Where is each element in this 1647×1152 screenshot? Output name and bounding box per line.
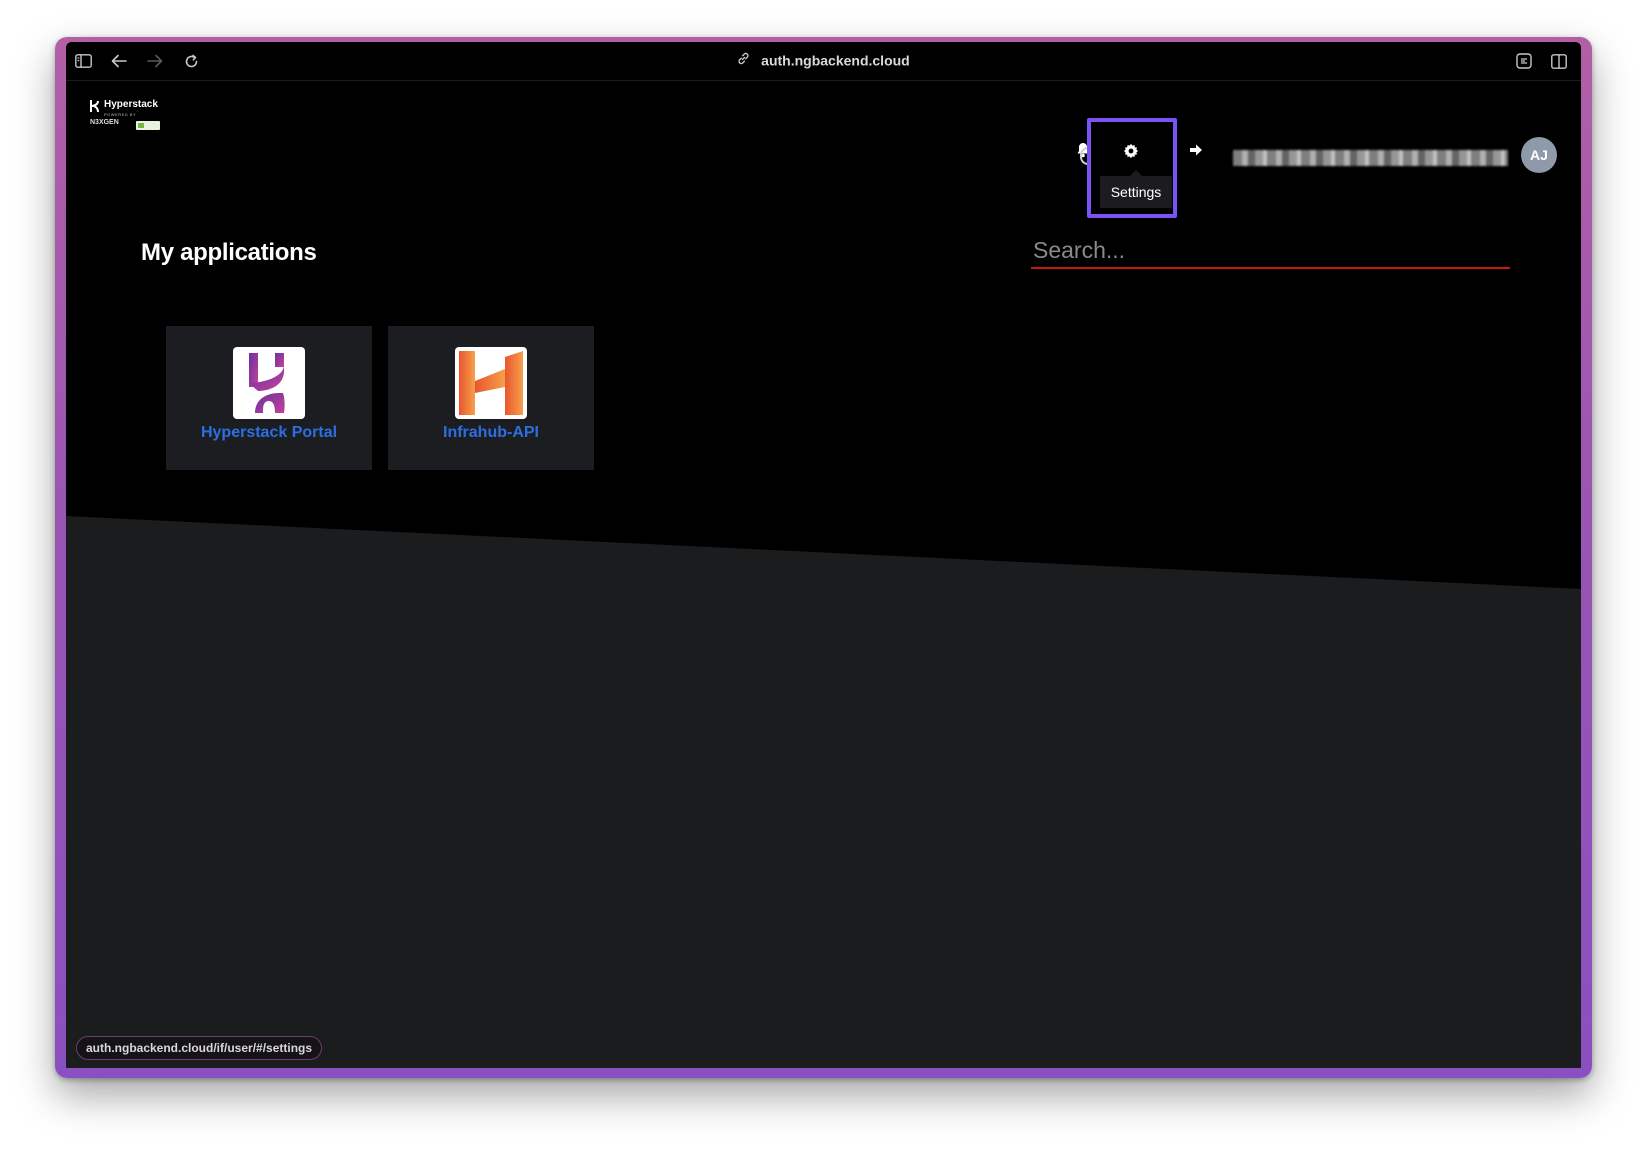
hyperstack-logo-icon xyxy=(233,347,305,419)
app-label: Hyperstack Portal xyxy=(200,424,338,441)
app-card-hyperstack-portal[interactable]: Hyperstack Portal xyxy=(166,326,372,470)
status-bar-url: auth.ngbackend.cloud/if/user/#/settings xyxy=(76,1036,323,1060)
brand-parent: N3XGEN xyxy=(90,119,119,126)
infrahub-logo-icon xyxy=(455,347,527,419)
browser-toolbar: auth.ngbackend.cloud xyxy=(66,42,1581,81)
url-text: auth.ngbackend.cloud xyxy=(761,52,910,69)
search-input[interactable] xyxy=(1031,233,1510,269)
brand-logo[interactable]: Hyperstack POWERED BY N3XGEN xyxy=(90,99,180,139)
username-redacted[interactable] xyxy=(1233,150,1508,166)
logout-icon[interactable] xyxy=(1188,141,1204,159)
app-card-infrahub-api[interactable]: Infrahub-API xyxy=(388,326,594,470)
user-avatar[interactable]: AJ xyxy=(1521,137,1557,173)
brand-name: Hyperstack xyxy=(104,99,158,110)
link-icon xyxy=(737,52,750,68)
page-title: My applications xyxy=(141,239,317,266)
page-content: Hyperstack POWERED BY N3XGEN Settings AJ… xyxy=(66,81,1581,1068)
background-shape xyxy=(66,516,1581,1068)
split-view-icon[interactable] xyxy=(1550,52,1568,70)
app-label: Infrahub-API xyxy=(443,424,539,441)
hyperstack-mark-icon xyxy=(90,100,99,112)
browser-window: auth.ngbackend.cloud Hyperstack POWERED … xyxy=(66,42,1581,1068)
address-bar[interactable]: auth.ngbackend.cloud xyxy=(66,51,1581,68)
extension-icon[interactable] xyxy=(1515,52,1533,70)
brand-powered-by: POWERED BY xyxy=(104,112,137,117)
settings-gear-icon[interactable] xyxy=(1122,142,1140,160)
partner-badge xyxy=(136,121,160,130)
settings-tooltip: Settings xyxy=(1100,170,1172,208)
